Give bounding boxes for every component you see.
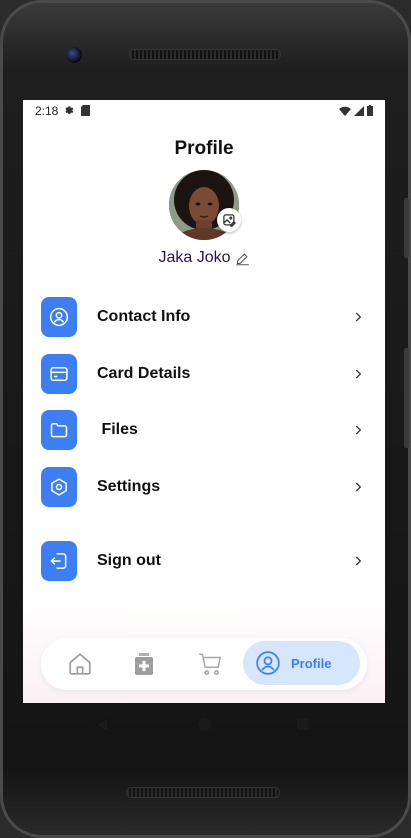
home-icon	[69, 653, 91, 675]
nav-medical-button[interactable]	[127, 638, 161, 690]
user-name-row: Jaka Joko	[23, 249, 385, 267]
chevron-right-icon	[355, 425, 362, 435]
avatar-container	[169, 170, 241, 240]
nav-profile-label: Profile	[291, 655, 332, 671]
menu-item-settings[interactable]: Settings	[23, 459, 385, 516]
cart-icon	[199, 653, 222, 676]
menu-item-label: Card Details	[97, 364, 191, 382]
page-title: Profile	[174, 138, 234, 159]
back-triangle-icon[interactable]	[95, 717, 109, 733]
sign-out-icon	[41, 541, 77, 582]
chevron-right-icon	[355, 556, 362, 566]
recents-square-icon[interactable]	[296, 717, 310, 731]
system-nav-bar	[3, 703, 408, 747]
menu-item-card-details[interactable]: Card Details	[23, 346, 385, 403]
menu-item-contact-info[interactable]: Contact Info	[23, 289, 385, 346]
phone-frame: 2:18 Profile Jaka Joko Contact Info Card…	[0, 0, 411, 838]
menu-item-files[interactable]: Files	[23, 402, 385, 459]
status-bar: 2:18	[23, 100, 385, 121]
edit-image-icon	[222, 213, 236, 227]
bottom-speaker-grille	[126, 787, 280, 798]
wifi-icon	[339, 106, 351, 116]
volume-button	[404, 348, 409, 448]
bottom-nav-area: Profile	[23, 611, 385, 703]
pencil-icon[interactable]	[235, 251, 250, 266]
hexagon-settings-icon	[41, 466, 77, 507]
card-icon	[41, 353, 77, 394]
front-camera	[66, 47, 82, 63]
medical-bag-icon	[135, 653, 153, 675]
folder-icon	[41, 410, 77, 451]
menu-item-label: Contact Info	[97, 308, 191, 326]
edit-photo-button[interactable]	[217, 208, 241, 232]
power-button	[404, 198, 409, 258]
menu-item-sign-out[interactable]: Sign out	[23, 533, 385, 590]
menu-item-label: Settings	[97, 477, 161, 495]
user-circle-icon	[41, 297, 77, 338]
menu-item-label: Sign out	[97, 552, 161, 570]
sd-card-icon	[81, 105, 91, 116]
user-name: Jaka Joko	[158, 249, 231, 266]
top-speaker-grille	[129, 49, 281, 60]
menu-item-label: Files	[97, 421, 138, 439]
status-time: 2:18	[35, 103, 59, 118]
nav-profile-button[interactable]: Profile	[243, 641, 360, 685]
app-screen: 2:18 Profile Jaka Joko Contact Info Card…	[23, 100, 385, 703]
profile-menu: Contact Info Card Details Files Settings…	[23, 289, 385, 590]
chevron-right-icon	[355, 369, 362, 379]
battery-icon	[367, 105, 373, 116]
profile-icon	[256, 651, 280, 675]
gear-icon	[65, 106, 74, 115]
bottom-nav: Profile	[41, 638, 367, 690]
home-circle-icon[interactable]	[197, 717, 212, 732]
chevron-right-icon	[355, 312, 362, 322]
chevron-right-icon	[355, 482, 362, 492]
signal-icon	[354, 105, 364, 116]
nav-cart-button[interactable]	[193, 638, 227, 690]
nav-home-button[interactable]	[63, 638, 97, 690]
